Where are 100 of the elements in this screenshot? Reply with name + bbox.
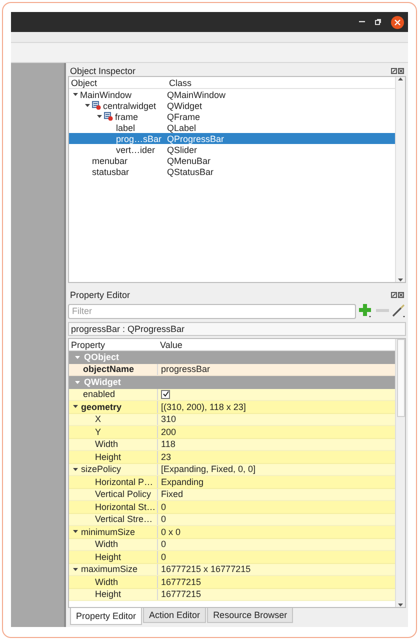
panel-title: Property Editor [70, 290, 130, 300]
tab[interactable]: Property Editor [70, 608, 142, 625]
caret-icon[interactable] [73, 404, 78, 410]
close-icon[interactable] [398, 68, 404, 74]
column-header[interactable]: Property [69, 340, 158, 350]
property-name: objectName [83, 364, 134, 374]
panel-title: Object Inspector [70, 66, 136, 76]
group-name: QObject [84, 352, 120, 362]
property-row[interactable]: minimumSize 0 x 0 [69, 526, 395, 538]
tree-row[interactable]: centralwidget QWidget [69, 100, 395, 111]
property-name: enabled [83, 389, 116, 400]
property-name: Height [95, 589, 122, 600]
property-name: Vertical Stre… [95, 514, 153, 524]
property-row[interactable]: Horizontal P… Expanding [69, 476, 395, 488]
add-icon[interactable] [359, 304, 373, 318]
property-row[interactable]: geometry [(310, 200), 118 x 23] [69, 401, 395, 414]
object-class: QStatusBar [167, 166, 214, 176]
property-name: Height [95, 552, 122, 562]
object-name: frame [115, 112, 138, 122]
object-class: QMenuBar [167, 156, 211, 166]
scrollbar[interactable] [395, 339, 405, 607]
column-header[interactable]: Class [167, 78, 192, 88]
tree-row[interactable]: label QLabel [69, 122, 395, 133]
property-row[interactable]: objectName progressBar [69, 364, 395, 376]
object-name: MainWindow [80, 90, 132, 100]
close-icon[interactable] [398, 292, 404, 298]
scroll-thumb[interactable] [396, 339, 404, 417]
scrollbar[interactable] [395, 77, 405, 282]
property-row[interactable]: Width 118 [69, 438, 395, 451]
object-class: QWidget [167, 100, 202, 110]
column-header[interactable]: Object [69, 78, 167, 88]
object-name: centralwidget [103, 100, 156, 110]
property-value: [Expanding, Fixed, 0, 0] [160, 464, 256, 474]
scroll-down-icon[interactable] [398, 278, 403, 282]
object-class: QLabel [167, 122, 196, 132]
column-header[interactable]: Value [158, 340, 182, 350]
scroll-down-icon[interactable] [398, 603, 403, 607]
caret-icon[interactable] [85, 103, 90, 108]
property-row[interactable]: Vertical Policy Fixed [69, 488, 395, 501]
caret-icon[interactable] [73, 92, 78, 97]
wrench-icon[interactable] [392, 304, 406, 318]
property-row[interactable]: Height 0 [69, 551, 395, 564]
object-class: QSlider [167, 144, 198, 154]
property-name: maximumSize [81, 564, 138, 574]
property-value: 23 [160, 452, 172, 462]
object-label: progressBar : QProgressBar [68, 322, 406, 336]
property-value: 200 [160, 426, 176, 437]
property-value: 0 [160, 514, 166, 524]
float-icon[interactable] [391, 68, 397, 74]
property-value: Fixed [160, 489, 184, 500]
property-name: minimumSize [81, 526, 136, 537]
property-row[interactable]: Vertical Stre… 0 [69, 514, 395, 526]
property-value: [(310, 200), 118 x 23] [160, 402, 246, 412]
property-row[interactable]: Height 16777215 [69, 588, 395, 601]
caret-icon[interactable] [73, 466, 78, 472]
property-name: Width [95, 576, 118, 587]
tree-row[interactable]: MainWindow QMainWindow [69, 89, 395, 100]
property-row[interactable]: Y 200 [69, 426, 395, 438]
float-icon[interactable] [391, 292, 397, 298]
property-row[interactable]: sizePolicy [Expanding, Fixed, 0, 0] [69, 464, 395, 476]
property-name: X [95, 414, 102, 424]
property-name: Horizontal P… [95, 476, 154, 487]
object-name: statusbar [92, 166, 130, 176]
object-class: QProgressBar [167, 134, 224, 144]
tab[interactable]: Resource Browser [207, 608, 294, 623]
object-name: label [116, 122, 136, 132]
minimize-icon[interactable] [359, 21, 365, 23]
property-row[interactable]: Width 16777215 [69, 576, 395, 588]
tree-row[interactable]: prog…sBar QProgressBar [69, 133, 395, 144]
restore-icon[interactable] [375, 19, 381, 25]
property-row[interactable]: X 310 [69, 414, 395, 426]
close-icon[interactable] [391, 16, 404, 28]
tree-row[interactable]: menubar QMenuBar [69, 155, 395, 166]
property-row[interactable]: enabled [69, 388, 395, 401]
filter-field[interactable]: Filter [68, 304, 356, 318]
property-name: Width [95, 439, 118, 450]
property-name: geometry [81, 402, 122, 412]
tree-row[interactable]: frame QFrame [69, 111, 395, 122]
property-name: Height [95, 452, 122, 462]
caret-icon[interactable] [73, 566, 78, 572]
caret-icon[interactable] [97, 114, 102, 119]
group-name: QWidget [84, 377, 121, 388]
object-class: QMainWindow [167, 90, 226, 100]
property-row[interactable]: Height 23 [69, 451, 395, 464]
property-value: 0 [160, 552, 166, 562]
scroll-up-icon[interactable] [398, 77, 403, 81]
tab[interactable]: Action Editor [143, 608, 206, 623]
tree-row[interactable]: statusbar QStatusBar [69, 166, 395, 177]
checkbox[interactable] [161, 390, 170, 399]
property-row[interactable]: Width 0 [69, 538, 395, 551]
tree-row[interactable]: vert…ider QSlider [69, 144, 395, 155]
object-name: menubar [92, 156, 128, 166]
property-value: 310 [160, 414, 176, 424]
property-value: 0 [160, 539, 166, 550]
property-row[interactable]: Horizontal St… 0 [69, 501, 395, 514]
caret-icon[interactable] [73, 529, 78, 534]
property-name: Y [95, 426, 102, 437]
property-row[interactable]: maximumSize 16777215 x 16777215 [69, 564, 395, 576]
property-value: 0 [160, 502, 166, 512]
object-class: QFrame [167, 112, 200, 122]
